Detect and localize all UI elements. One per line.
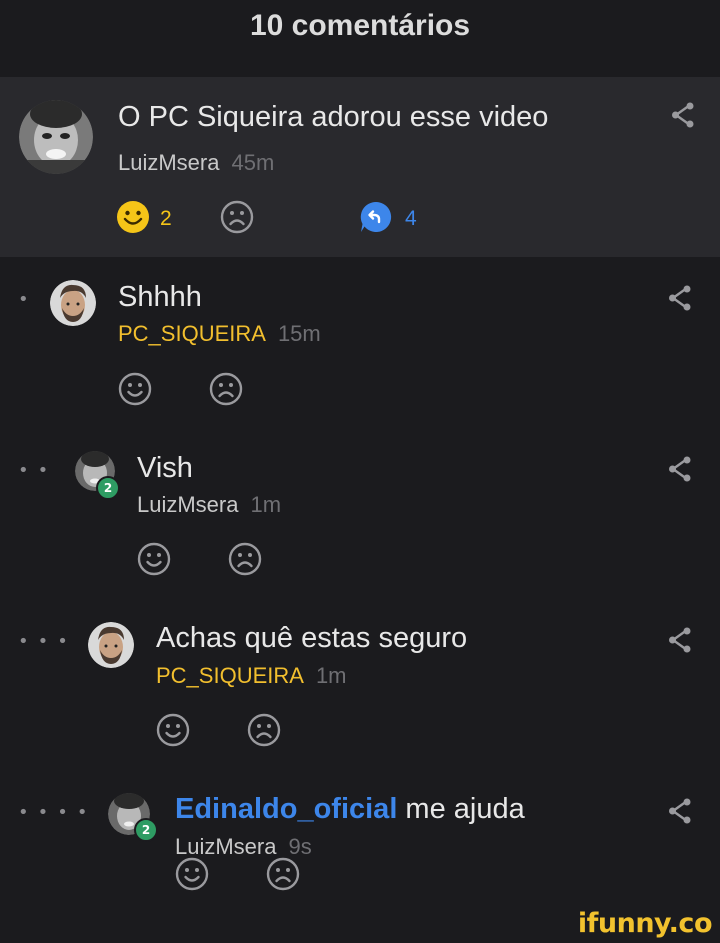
thread-depth-dots: ••• (18, 631, 77, 652)
smile-icon[interactable] (175, 857, 209, 891)
level-badge: 2 (96, 476, 120, 500)
comment-time: 1m (315, 663, 347, 688)
share-icon[interactable] (666, 455, 694, 483)
comment-text: O PC Siqueira adorou esse video (118, 101, 549, 133)
comment-meta: PC_SIQUEIRA 15m (118, 321, 321, 347)
reply-icon[interactable] (359, 200, 393, 234)
comment-text-body: me ajuda (397, 793, 525, 825)
comment-username[interactable]: LuizMsera (118, 150, 219, 175)
frown-icon[interactable] (228, 542, 262, 576)
share-icon[interactable] (669, 101, 697, 129)
user-mention-link[interactable]: Edinaldo_oficial (175, 793, 397, 825)
comment-time: 9s (288, 834, 312, 859)
frown-icon[interactable] (220, 200, 254, 234)
comment-text: Vish (137, 452, 193, 484)
smile-icon[interactable] (118, 372, 152, 406)
ifunny-watermark: ifunny.co (577, 908, 713, 939)
comment-username[interactable]: LuizMsera (137, 492, 238, 517)
comments-count-title: 10 comentários (249, 9, 471, 42)
comment-text: Shhhh (118, 281, 202, 313)
comment-time: 1m (250, 492, 282, 517)
thread-depth-dots: • (18, 289, 38, 310)
avatar[interactable] (19, 100, 93, 174)
smile-icon[interactable] (137, 542, 171, 576)
comment-username[interactable]: LuizMsera (175, 834, 276, 859)
reply-count: 4 (405, 207, 417, 230)
smile-count: 2 (160, 207, 172, 230)
frown-icon[interactable] (247, 713, 281, 747)
level-badge: 2 (134, 818, 158, 842)
comment-meta: LuizMsera 1m (137, 492, 281, 518)
thread-depth-dots: •• (18, 460, 58, 481)
comment-text: Edinaldo_oficial me ajuda (175, 793, 525, 826)
thread-depth-dots: •••• (18, 802, 97, 823)
comment-username[interactable]: PC_SIQUEIRA (156, 663, 304, 688)
avatar[interactable] (50, 280, 96, 326)
smile-icon[interactable] (116, 200, 150, 234)
comments-header: 10 comentários (0, 0, 720, 56)
comment-username[interactable]: PC_SIQUEIRA (118, 321, 266, 346)
comment-time: 45m (231, 150, 275, 175)
smile-icon[interactable] (156, 713, 190, 747)
top-comment[interactable]: O PC Siqueira adorou esse video LuizMser… (0, 77, 720, 257)
comment-text: Achas quê estas seguro (156, 622, 468, 654)
comment-meta: LuizMsera 45m (118, 150, 274, 176)
frown-icon[interactable] (266, 857, 300, 891)
comment-time: 15m (277, 321, 321, 346)
frown-icon[interactable] (209, 372, 243, 406)
share-icon[interactable] (666, 626, 694, 654)
avatar[interactable] (88, 622, 134, 668)
share-icon[interactable] (666, 797, 694, 825)
comment-meta: PC_SIQUEIRA 1m (156, 663, 347, 689)
share-icon[interactable] (666, 284, 694, 312)
